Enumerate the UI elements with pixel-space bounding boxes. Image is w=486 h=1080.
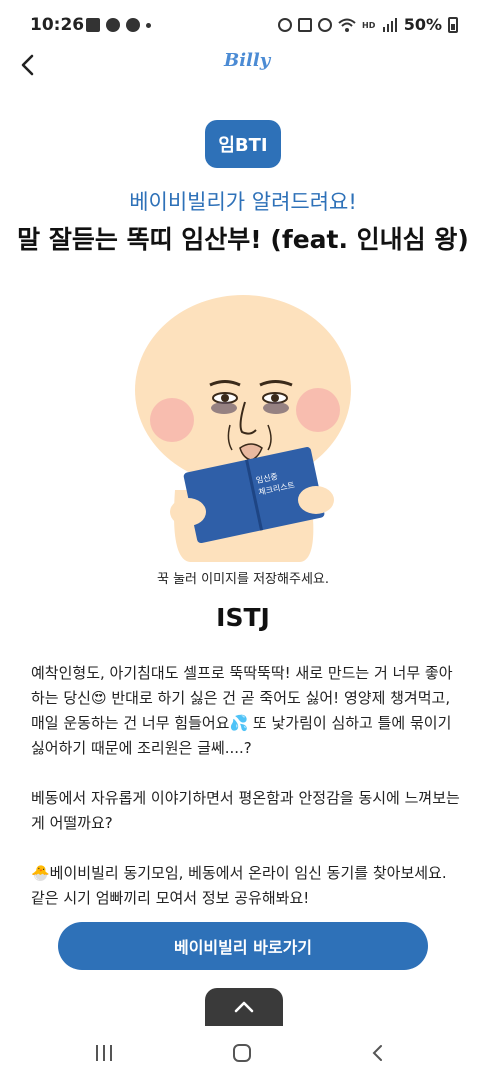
save-image-caption: 꾹 눌러 이미지를 저장해주세요. xyxy=(156,572,329,587)
mbti-type: ISTJ xyxy=(216,603,270,632)
signal-icon xyxy=(382,17,397,32)
bald-man-with-book-image: 임신중 체크리스트 xyxy=(135,295,351,562)
recent-apps-button[interactable] xyxy=(84,1040,124,1066)
description-paragraph: 예착인형도, 아기침대도 셀프로 뚝딱뚝딱! 새로 만드는 거 너무 좋아하는 … xyxy=(31,664,453,757)
description-paragraph: 베동에서 자유롭게 이야기하면서 평온함과 안정감을 동시에 느껴보는 게 어떨… xyxy=(31,789,460,832)
home-icon xyxy=(233,1044,251,1062)
svg-text:HD: HD xyxy=(362,21,376,30)
mute-icon xyxy=(297,17,312,32)
status-time: 10:26 xyxy=(30,15,85,35)
battery-icon xyxy=(448,16,458,33)
alarm-icon xyxy=(277,17,292,32)
recent-apps-icon xyxy=(96,1045,112,1061)
location-icon xyxy=(317,17,332,32)
cloud-icon xyxy=(106,18,120,32)
chevron-left-icon xyxy=(21,54,34,76)
go-to-babybilly-button[interactable]: 베이비빌리 바로가기 xyxy=(58,922,428,970)
result-illustration[interactable]: 임신중 체크리스트 xyxy=(130,290,356,562)
mbti-badge: 임BTI xyxy=(205,120,281,168)
result-title: 말 잘듣는 똑띠 임산부! (feat. 인내심 왕) xyxy=(17,225,469,254)
result-description: 예착인형도, 아기침대도 셀프로 뚝딱뚝딱! 새로 만드는 거 너무 좋아하는 … xyxy=(31,661,463,911)
subtitle: 베이비빌리가 알려드려요! xyxy=(129,190,357,214)
battery-percent: 50% xyxy=(403,15,442,34)
chevron-up-icon xyxy=(234,1001,254,1013)
home-button[interactable] xyxy=(222,1040,262,1066)
gallery-icon xyxy=(86,18,100,32)
robot-icon xyxy=(126,18,140,32)
back-button[interactable] xyxy=(14,50,44,80)
back-icon xyxy=(372,1045,382,1061)
scroll-to-top-button[interactable] xyxy=(205,988,283,1026)
notification-dot-icon xyxy=(146,22,151,28)
system-back-button[interactable] xyxy=(358,1040,398,1066)
system-navigation-bar xyxy=(0,1026,486,1080)
wifi-icon xyxy=(338,18,356,32)
hd-voice-icon: HD xyxy=(362,21,376,30)
app-logo: Billy xyxy=(224,50,271,71)
status-bar: 10:26 HD 50% xyxy=(0,0,486,50)
description-paragraph: 🐣베이비빌리 동기모임, 베동에서 온라이 임신 동기를 찾아보세요. 같은 시… xyxy=(31,864,447,907)
